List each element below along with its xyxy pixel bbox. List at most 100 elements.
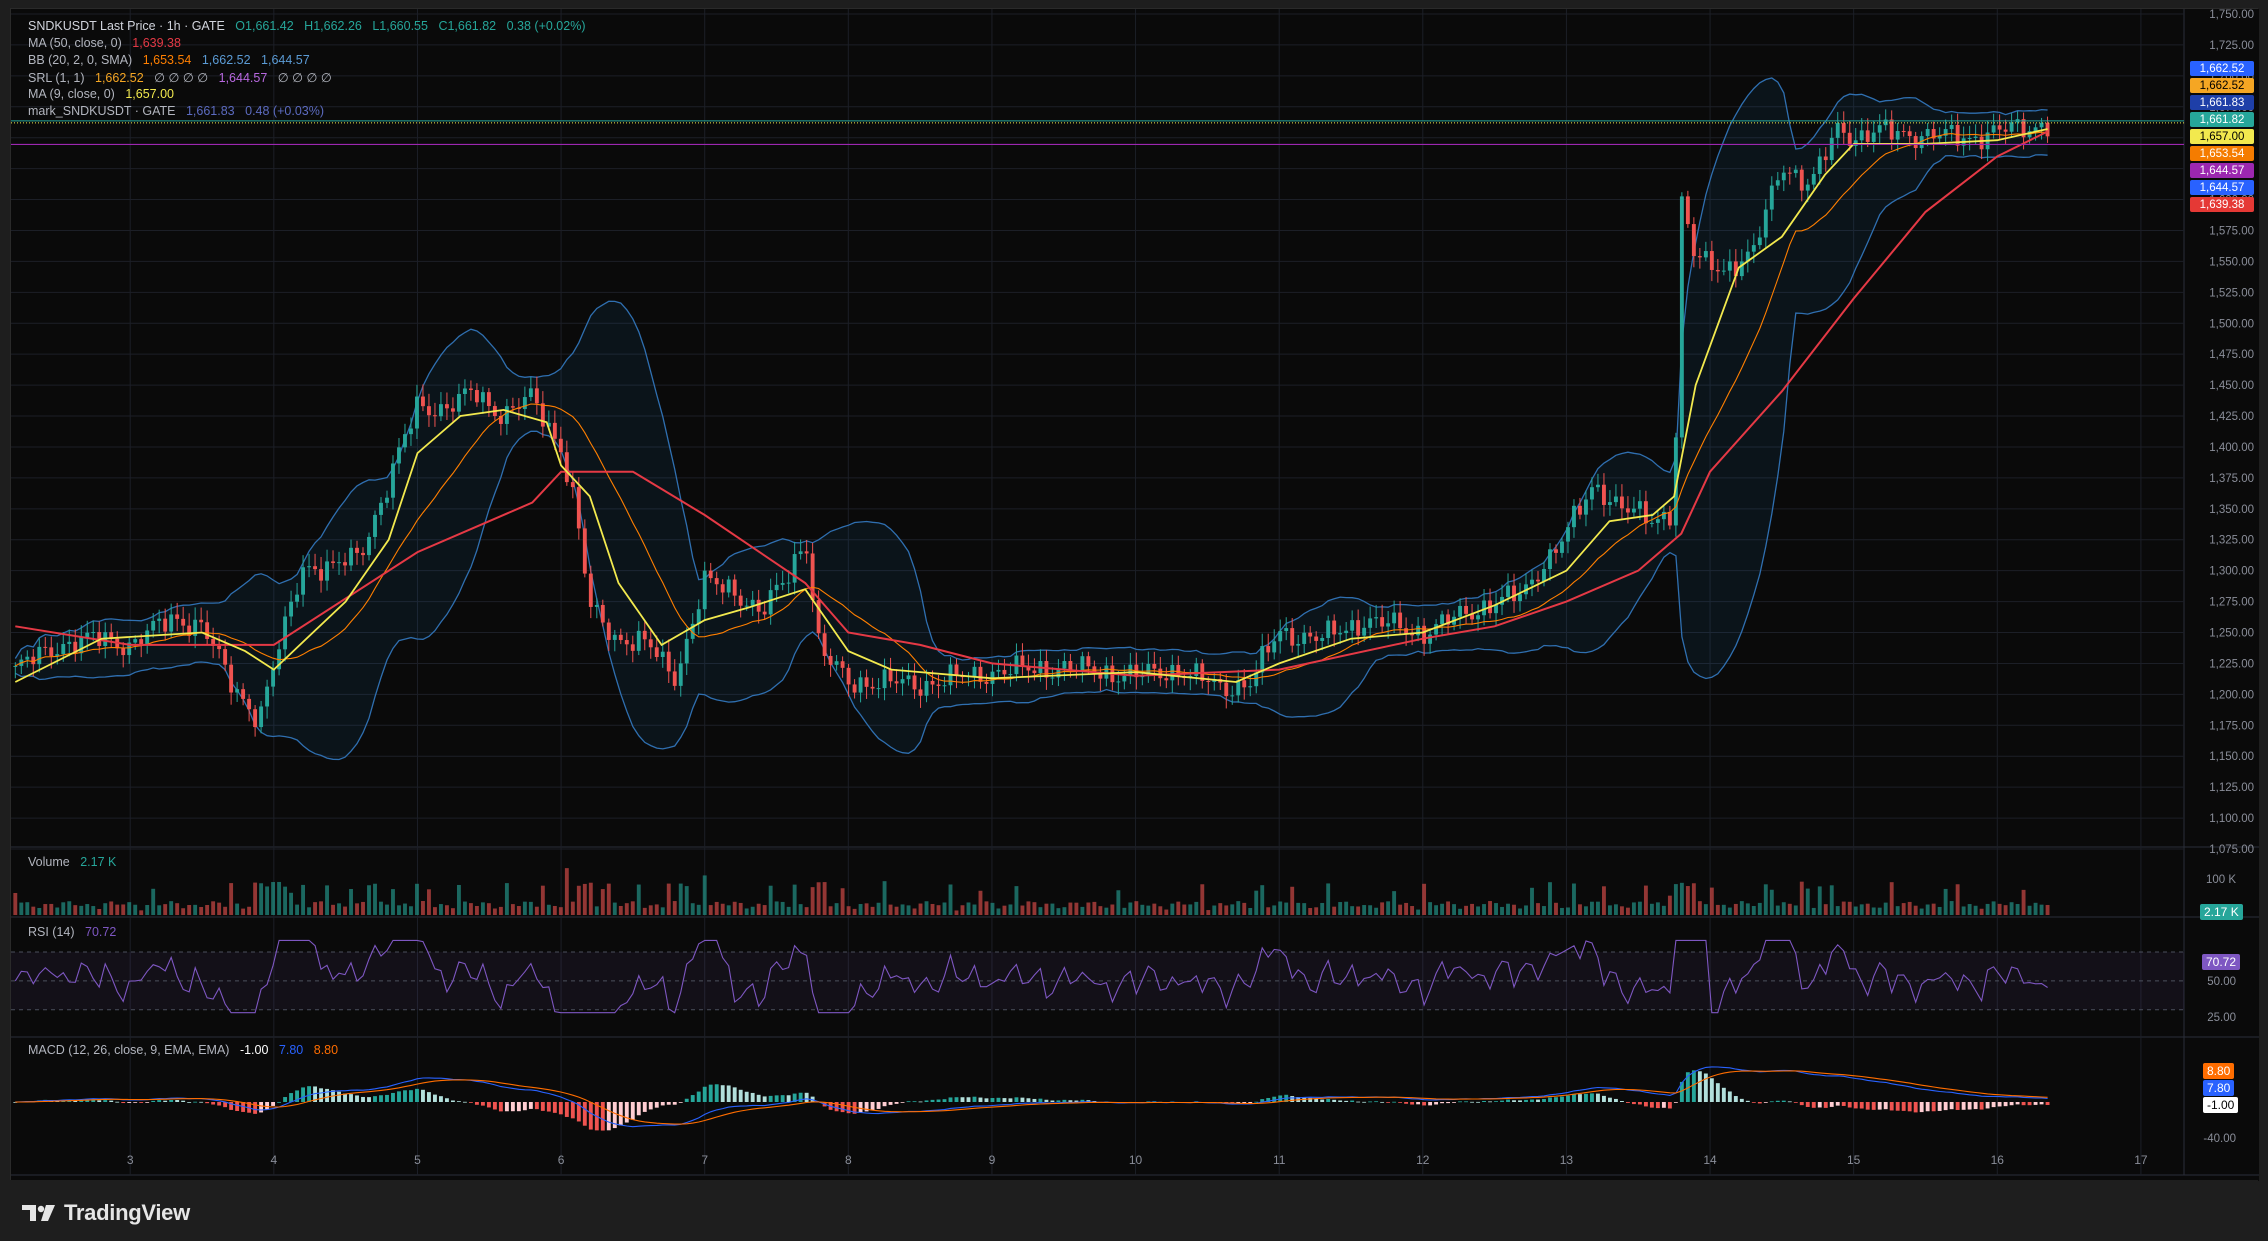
volume-bar [798,904,803,915]
mark-label: mark_SNDKUSDT · GATE [28,104,176,118]
candle-body [984,681,989,684]
macd-histogram-bar [804,1092,809,1102]
candle-body [936,684,941,686]
volume-bar [1973,905,1978,915]
candle-body [774,584,779,591]
time-tick-label: 15 [1847,1153,1861,1167]
time-tick-label: 11 [1273,1153,1286,1167]
time-tick-label: 7 [701,1153,708,1167]
macd-histogram-bar [1362,1101,1367,1103]
mark-legend[interactable]: mark_SNDKUSDT · GATE 1,661.83 0.48 (+0.0… [28,104,331,118]
bb-legend[interactable]: BB (20, 2, 0, SMA) 1,653.54 1,662.52 1,6… [28,53,317,67]
volume-bar [343,906,347,915]
candle-body [1302,632,1307,644]
volume-bar [1206,910,1211,915]
candle-body [1596,484,1600,488]
macd-histogram-bar [1254,1101,1259,1103]
volume-bar [1745,903,1750,915]
macd-histogram-bar [1901,1102,1906,1111]
volume-bar [1542,906,1546,915]
macd-histogram-bar [1763,1102,1768,1103]
candle-body [798,551,803,555]
macd-histogram-bar [271,1102,276,1106]
candle-body [433,415,437,417]
tradingview-logo[interactable]: TradingView [22,1200,190,1226]
time-tick-label: 5 [414,1153,421,1167]
candle-body [570,482,575,488]
candle-body [1811,173,1816,185]
volume-bar [1578,904,1582,915]
volume-bar [139,910,144,915]
candle-body [1799,169,1804,191]
volume-bar [403,903,407,915]
candle-body [181,618,186,626]
ma50-label: MA (50, close, 0) [28,36,122,50]
candle-body [1691,224,1696,257]
volume-bar [1596,901,1600,915]
candle-body [1086,656,1091,667]
macd-histogram-bar [798,1092,803,1102]
candle-body [1697,256,1702,258]
candle-body [1104,665,1109,679]
volume-bar [846,906,851,915]
macd-histogram-bar [1673,1102,1678,1103]
candle-body [1428,634,1433,644]
candle-body [1763,209,1768,238]
macd-histogram-bar [1452,1102,1457,1103]
volume-bar [642,907,647,915]
macd-legend[interactable]: MACD (12, 26, close, 9, EMA, EMA) -1.00 … [28,1043,345,1057]
volume-bar [397,905,401,915]
volume-bar [540,885,545,915]
macd-histogram-bar [433,1094,437,1102]
ma9-legend[interactable]: MA (9, close, 0) 1,657.00 [28,87,181,101]
candle-body [1685,196,1690,225]
macd-histogram-bar [774,1095,779,1102]
volume-bar [900,904,905,915]
candle-body [924,680,929,696]
macd-histogram-bar [450,1100,455,1102]
candle-body [588,573,593,607]
candle-body [1542,569,1546,582]
candle-body [1530,579,1534,585]
volume-bar [1224,905,1229,915]
macd-histogram-bar [606,1102,611,1131]
hist-tag: -1.00 [2203,1097,2239,1113]
candle-body [313,566,317,570]
volume-bar [1074,902,1079,915]
ma50-legend[interactable]: MA (50, close, 0) 1,639.38 [28,36,188,50]
price-tag-label: 1,644.57 [2200,182,2245,194]
chart-frame[interactable]: 1,750.001,725.001,700.001,675.001,650.00… [10,8,2259,1181]
candle-body [1242,680,1247,688]
volume-bar [774,901,779,915]
srl-legend[interactable]: SRL (1, 1) 1,662.52 ∅ ∅ ∅ ∅ 1,644.57 ∅ ∅… [28,70,339,85]
macd-histogram-bar [1524,1099,1528,1102]
macd-histogram-bar [1464,1101,1469,1103]
volume-bar [1937,906,1942,915]
volume-legend[interactable]: Volume 2.17 K [28,855,123,869]
macd-histogram-bar [1967,1102,1972,1110]
volume-bar [1152,903,1157,915]
macd-histogram-bar [1326,1098,1331,1102]
volume-bar [1661,905,1666,915]
rsi-legend[interactable]: RSI (14) 70.72 [28,925,123,939]
chart-canvas[interactable]: 1,750.001,725.001,700.001,675.001,650.00… [11,9,2259,1181]
volume-bar [1356,906,1361,915]
time-tick-label: 12 [1416,1153,1430,1167]
candle-body [1308,632,1313,637]
low-value: L1,660.55 [372,19,428,33]
macd-histogram-bar [421,1089,425,1102]
volume-bar [1218,903,1223,915]
candle-body [726,579,731,593]
volume-bar [1697,901,1702,915]
macd-histogram-bar [1655,1102,1660,1109]
volume-bar [1781,902,1786,915]
symbol-legend[interactable]: SNDKUSDT Last Price · 1h · GATE O1,661.4… [28,19,592,33]
candle-body [1973,136,1978,138]
macd-histogram-bar [978,1097,983,1102]
candle-body [1068,661,1073,671]
macd-histogram-bar [157,1100,162,1102]
volume-bar [876,902,881,915]
volume-bar [151,888,156,915]
candle-body [43,646,48,648]
macd-histogram-bar [666,1102,671,1105]
